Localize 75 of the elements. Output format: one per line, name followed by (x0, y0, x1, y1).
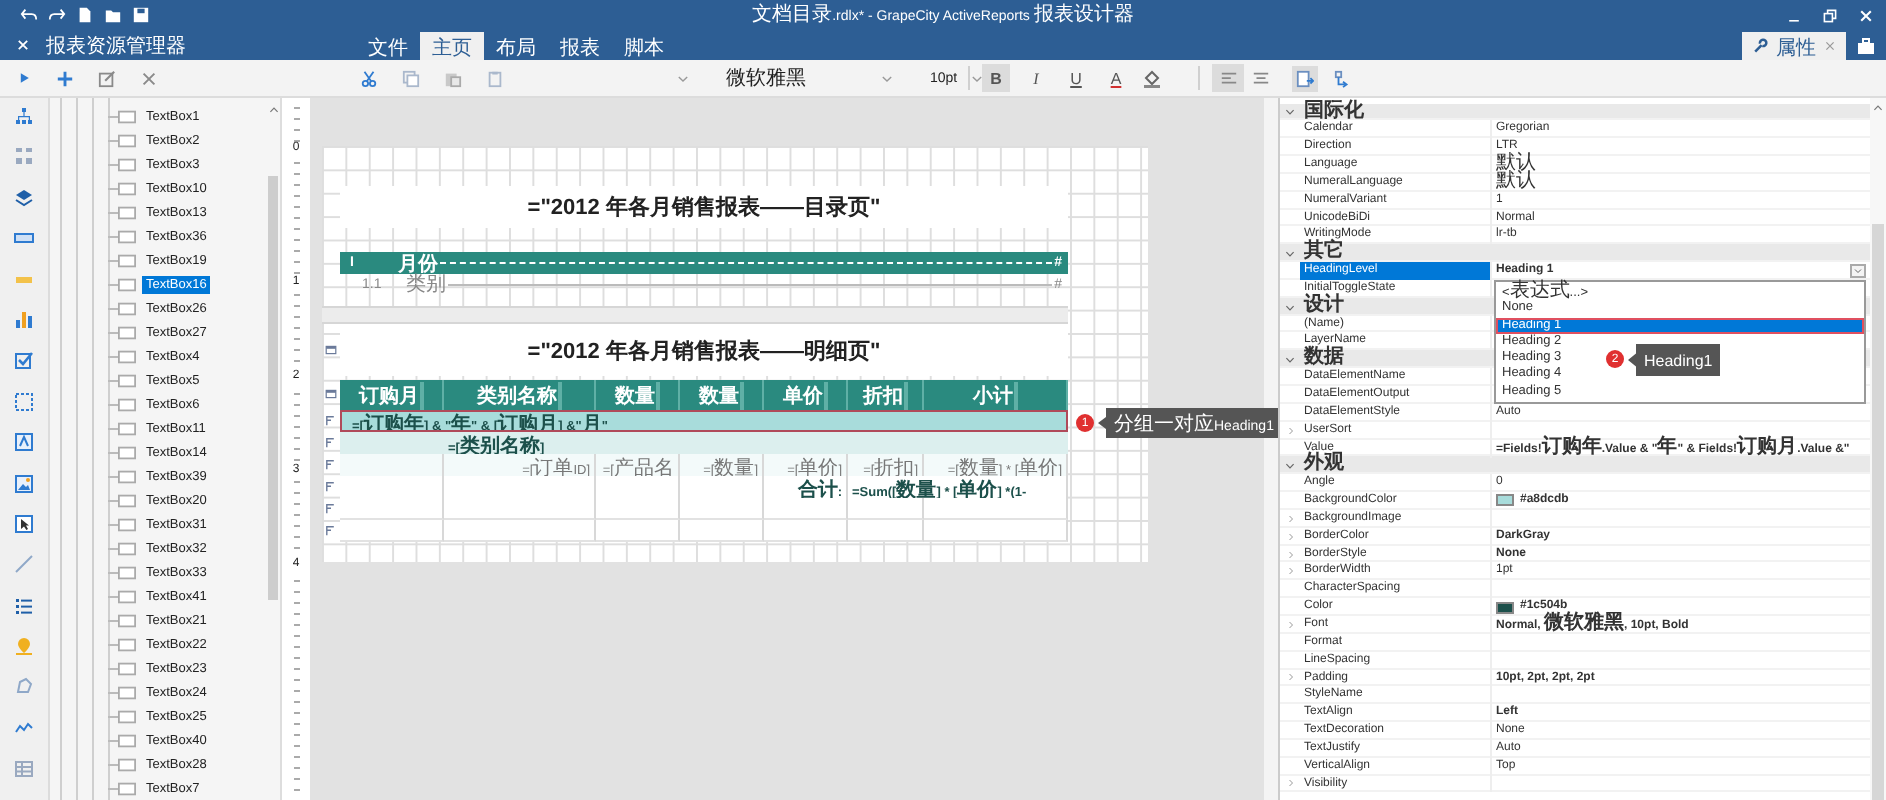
font-dropdown[interactable]: 微软雅黑 (668, 64, 844, 92)
underline-button[interactable]: U (1062, 64, 1090, 92)
checkbox-icon[interactable] (14, 350, 34, 371)
chevron-up-icon[interactable] (267, 104, 279, 116)
align-left-icon (1219, 69, 1237, 87)
align-left-button[interactable] (1212, 64, 1244, 92)
delete-icon[interactable] (140, 69, 158, 87)
bar-chart-icon[interactable] (14, 309, 34, 330)
chevron-down-icon (969, 71, 984, 85)
hierarchy-icon[interactable] (14, 106, 34, 126)
font-color-button[interactable]: A (1102, 64, 1130, 92)
layers-icon[interactable] (14, 187, 34, 208)
wrench-icon[interactable] (1752, 38, 1768, 54)
cursor-icon[interactable] (14, 513, 34, 534)
panel-title: 报表资源管理器 (46, 33, 186, 59)
bold-button[interactable]: B (982, 64, 1010, 92)
sparkline-icon[interactable] (14, 717, 34, 738)
chevron-down-icon[interactable] (1284, 460, 1296, 473)
undo-icon[interactable] (20, 6, 38, 24)
category-label: 数据 (1301, 350, 1344, 369)
row-handle-icon[interactable] (324, 480, 338, 494)
table-icon[interactable] (14, 758, 34, 779)
restore-icon[interactable] (1822, 7, 1838, 23)
line-icon[interactable] (14, 554, 34, 575)
grid-icon[interactable] (14, 146, 34, 167)
property-value[interactable]: 默认 (1496, 173, 1536, 194)
tooltip: Heading1 (1628, 344, 1721, 376)
chevron-down-icon (880, 71, 894, 85)
chevron-down-icon[interactable] (1284, 301, 1296, 314)
chevron-up-icon[interactable] (1872, 102, 1884, 114)
fill-color-icon[interactable] (1142, 68, 1162, 88)
chevron-down-icon[interactable] (1284, 354, 1296, 367)
ribbon-tab[interactable]: 文件 (356, 32, 420, 60)
row-handle-icon[interactable] (324, 414, 338, 428)
edit-icon[interactable] (98, 69, 116, 87)
report-title[interactable]: ="2012 年各月销售报表——目录页" (340, 186, 1068, 228)
redo-icon[interactable] (48, 6, 66, 24)
chevron-down-icon[interactable] (1284, 248, 1296, 261)
chevron-down-icon[interactable] (1284, 106, 1296, 119)
image-icon[interactable] (14, 473, 34, 494)
ribbon-tab[interactable]: 布局 (484, 32, 548, 60)
color-swatch (1496, 494, 1514, 507)
row-handle-icon[interactable] (324, 458, 338, 472)
category-label: 设计 (1301, 297, 1344, 317)
italic-button[interactable]: I (1022, 64, 1050, 92)
row-handle-icon[interactable] (324, 436, 338, 450)
shape-icon[interactable] (14, 676, 34, 697)
run-icon[interactable] (16, 70, 32, 86)
row-handle-icon[interactable] (324, 502, 338, 516)
save-icon[interactable] (132, 6, 150, 24)
report-title[interactable]: ="2012 年各月销售报表——明细页" (340, 324, 1068, 376)
align-center-icon (1251, 69, 1269, 87)
paste-icon[interactable] (444, 69, 462, 87)
cut-icon[interactable] (360, 69, 378, 87)
band-handle-icon[interactable] (324, 344, 338, 356)
toolbox-icon[interactable] (1856, 36, 1876, 56)
list-icon[interactable] (14, 595, 34, 616)
chevron-down-icon (1852, 266, 1864, 277)
category-label: 国际化 (1302, 103, 1364, 121)
properties-tab[interactable]: 属性 (1742, 32, 1846, 60)
copy-icon[interactable] (402, 69, 420, 87)
ribbon-tab[interactable]: 主页 (420, 32, 484, 60)
add-icon[interactable] (56, 69, 74, 87)
new-document-icon[interactable] (76, 6, 94, 24)
text-frame-icon[interactable] (14, 432, 34, 453)
chevron-down-icon (676, 71, 690, 85)
ribbon-tab[interactable]: 脚本 (612, 32, 676, 60)
band-handle-icon[interactable] (324, 387, 338, 399)
row-handle-icon[interactable] (324, 524, 338, 538)
dropdown-button[interactable] (1850, 264, 1866, 279)
clipboard-icon[interactable] (486, 69, 504, 87)
folder-icon[interactable] (104, 6, 122, 24)
rectangle-icon[interactable] (14, 391, 34, 412)
ribbon-tab[interactable]: 报表 (548, 32, 612, 60)
color-swatch (1496, 601, 1514, 614)
